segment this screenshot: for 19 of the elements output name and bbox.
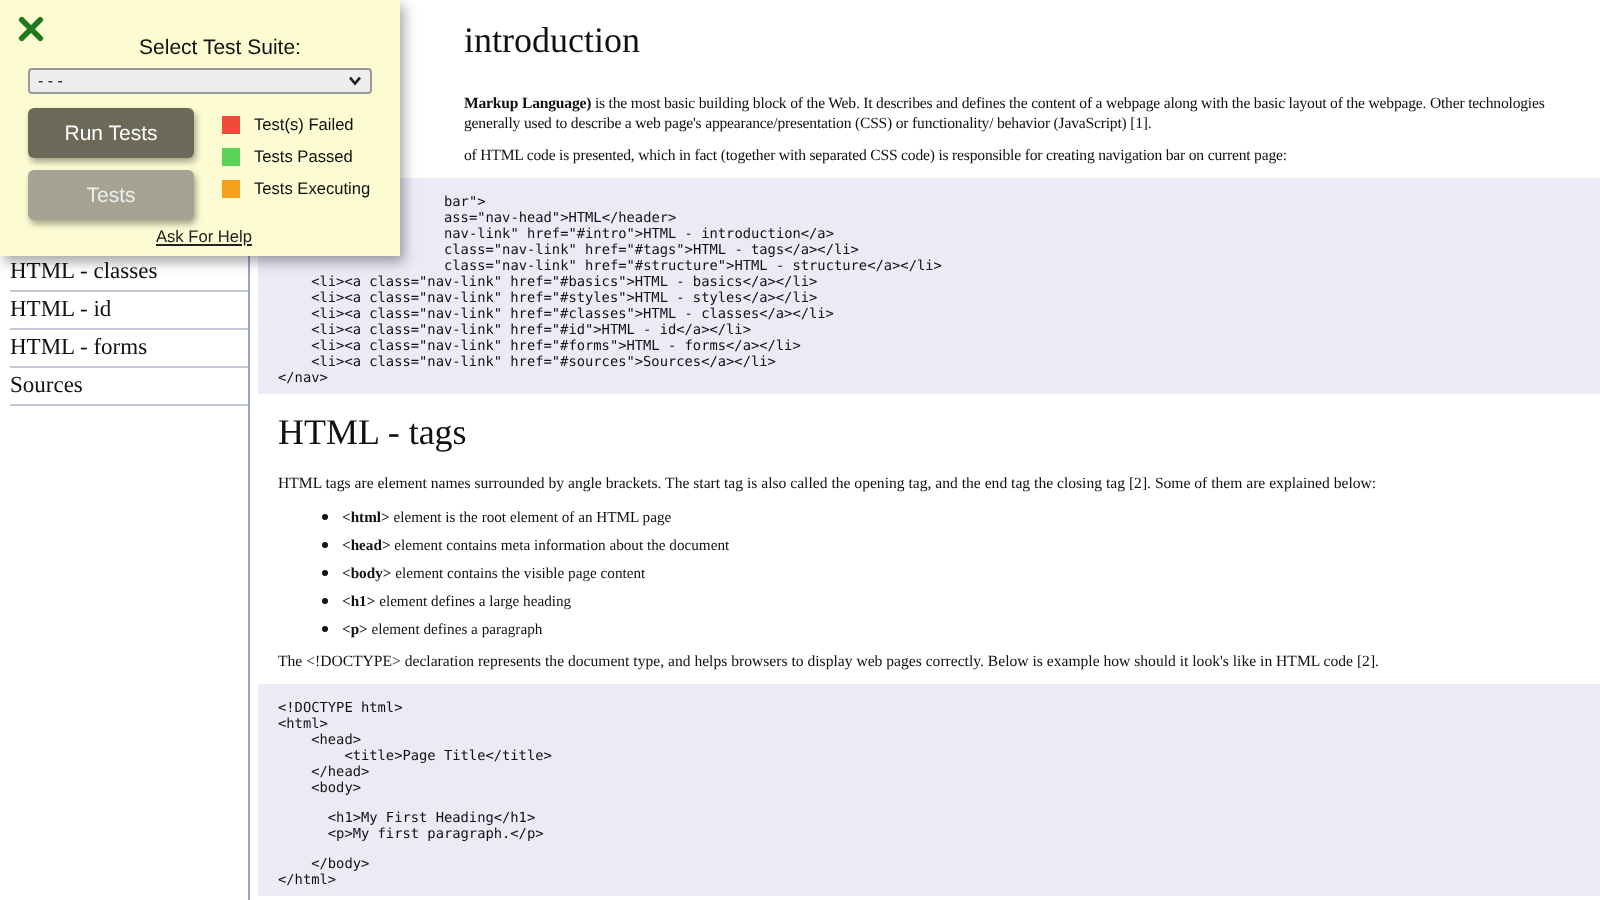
caret-icon [348,76,362,86]
help-link[interactable]: Ask For Help [156,226,252,246]
sidebar-link[interactable]: HTML - id [10,292,248,330]
bullet-icon [322,514,328,520]
bullet-icon [322,626,328,632]
section-heading: HTML - tags [278,410,469,454]
bullet-icon [322,542,328,548]
legend-label: Tests Passed [254,146,353,166]
bullet-icon [322,570,328,576]
test-button[interactable]: Run Tests [28,108,194,158]
close-icon[interactable] [18,16,44,42]
sidebar-link[interactable]: HTML - forms [10,330,248,368]
legend-label: Test(s) Failed [254,114,354,134]
sidebar-link[interactable]: Sources [10,368,248,406]
bullet-icon [322,598,328,604]
panel-title: Select Test Suite: [137,34,303,60]
legend-label: Tests Executing [254,178,371,198]
suite-select[interactable]: - - - [28,68,372,94]
section-heading: introduction [464,18,642,62]
